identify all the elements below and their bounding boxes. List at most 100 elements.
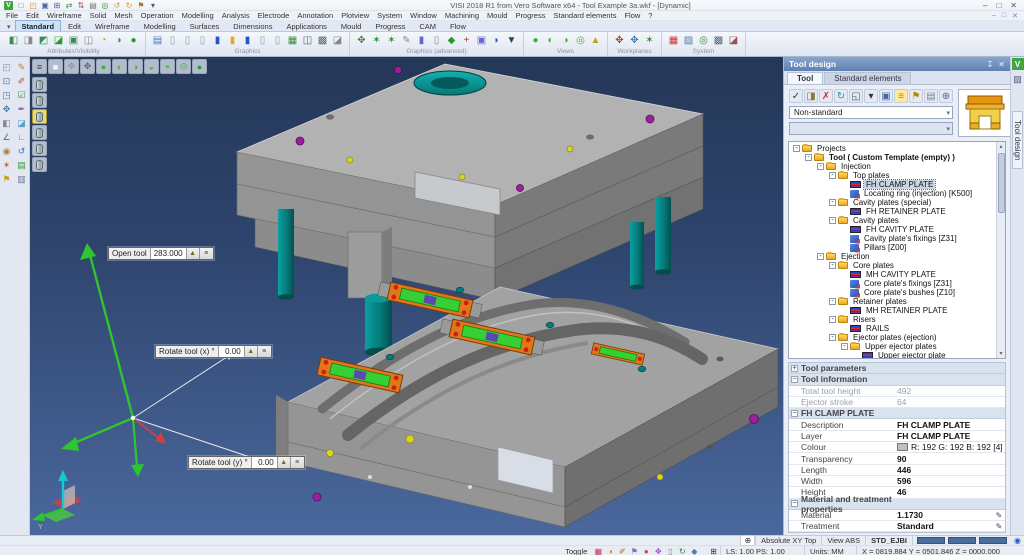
toggle-plane-icon[interactable]: ◆ [689, 546, 699, 555]
shade-toggle-icon[interactable]: ◔ [97, 34, 110, 47]
grid-snap-icon[interactable]: ⊞ [707, 547, 720, 555]
tool-open-axis-widget[interactable] [61, 243, 256, 477]
cylinder-edge-icon[interactable]: ▯ [256, 34, 269, 47]
panel-close-icon[interactable]: ✕ [998, 60, 1005, 69]
cylinder-shade-icon[interactable]: ▮ [211, 34, 224, 47]
menu-item[interactable]: Electrode [258, 11, 290, 20]
menu-item[interactable]: Solid [90, 11, 107, 20]
visibility-icon[interactable]: ◨ [22, 34, 35, 47]
tree-expander-icon[interactable]: - [817, 163, 824, 170]
delete-tool-icon[interactable]: ✗ [819, 89, 833, 103]
new-document-icon[interactable]: □ [16, 0, 26, 10]
ribbon-tab[interactable]: Progress [368, 20, 412, 31]
validate-icon[interactable]: ☑ [16, 89, 28, 101]
tool-subtype-dropdown[interactable]: ▾ [789, 122, 953, 135]
qat-more-icon[interactable]: ▾ [148, 0, 158, 10]
star-section-icon[interactable]: ✶ [370, 34, 383, 47]
toggle-grid-icon[interactable]: ▦ [593, 546, 603, 555]
doc-close-button[interactable]: ✕ [1012, 12, 1018, 20]
param-row[interactable]: Description FH CLAMP PLATE [789, 419, 1005, 430]
ribbon-tab[interactable]: Flow [443, 20, 473, 31]
minimize-button[interactable]: – [983, 1, 987, 10]
vp-assembly-icon[interactable] [32, 93, 47, 108]
zoom-window-icon[interactable]: ◳ [1, 89, 13, 101]
tree-expander-icon[interactable]: - [829, 262, 836, 269]
toggle-point-icon[interactable]: ● [641, 546, 651, 555]
tree-item[interactable]: FH CLAMP PLATE [791, 180, 995, 189]
image-capture-icon[interactable]: ▨ [682, 34, 695, 47]
open-file-icon[interactable]: ◰ [28, 0, 38, 10]
menu-item[interactable]: ? [648, 11, 652, 20]
transparency-icon[interactable]: ◑ [112, 34, 125, 47]
notes-icon[interactable]: ▤ [16, 159, 28, 171]
tree-item[interactable]: Core plate's fixings [Z31] [791, 279, 995, 288]
history-icon[interactable]: ↺ [16, 145, 28, 157]
cylinder-hidden-icon[interactable]: ▯ [196, 34, 209, 47]
param-row[interactable]: Transparency 90 [789, 453, 1005, 464]
tree-item[interactable]: - Retainer plates [791, 297, 995, 306]
half-view-icon[interactable]: ◗ [490, 34, 503, 47]
cylinder-wire-icon[interactable]: ▯ [181, 34, 194, 47]
view-front-icon[interactable]: ◑ [559, 34, 572, 47]
tree-expander-icon[interactable]: - [829, 217, 836, 224]
vp-hidden-solid-icon[interactable] [32, 141, 47, 156]
redline-icon[interactable]: ✐ [16, 75, 28, 87]
workplane-uv-icon[interactable]: ✥ [628, 34, 641, 47]
tree-item[interactable]: MH CAVITY PLATE [791, 270, 995, 279]
sketch-icon[interactable]: ✎ [16, 61, 28, 73]
rotate-tool-y-label[interactable]: Rotate tool (y) ° 0.00 ▲ ≡ [188, 456, 305, 469]
pin-icon[interactable]: ↧ [987, 60, 994, 69]
menu-item[interactable]: Analysis [222, 11, 250, 20]
shade-mode-icon[interactable]: ■ [48, 59, 63, 74]
view-menu-icon[interactable]: ≡ [32, 59, 47, 74]
measure-button-icon[interactable]: ▲ [187, 248, 200, 259]
menu-item[interactable]: Mould [487, 11, 507, 20]
toggle-film-icon[interactable]: ▯ [665, 546, 675, 555]
status-search-icon[interactable]: ⊕ [740, 535, 755, 546]
annotate-icon[interactable]: ✎ [400, 34, 413, 47]
menu-item[interactable]: Machining [445, 11, 479, 20]
measure-button-icon[interactable]: ▲ [245, 346, 258, 357]
param-row[interactable]: − Material and treatment properties [789, 499, 1005, 510]
drop-view-icon[interactable]: ▼ [505, 34, 518, 47]
query-icon[interactable]: ◉ [1, 145, 13, 157]
param-row[interactable]: Ejector stroke 64 [789, 397, 1005, 408]
edit-icon[interactable]: ✎ [993, 511, 1005, 520]
ribbon-tab[interactable]: Edit [61, 20, 88, 31]
bounds-icon[interactable]: ⊡ [1, 75, 13, 87]
globe-icon[interactable]: ◉ [1011, 536, 1024, 545]
settings-icon[interactable]: ⚑ [136, 0, 146, 10]
box-dropdown-icon[interactable]: ▾ [864, 89, 878, 103]
section-expander-icon[interactable]: − [791, 500, 798, 507]
search-icon[interactable]: ⊕ [939, 89, 953, 103]
param-row[interactable]: Layer FH CLAMP PLATE [789, 431, 1005, 442]
tree-item[interactable]: FH CAVITY PLATE [791, 225, 995, 234]
surface-icon[interactable]: ◪ [16, 117, 28, 129]
menu-item[interactable]: Mesh [114, 11, 132, 20]
tree-expander-icon[interactable]: - [829, 316, 836, 323]
refresh-tool-icon[interactable]: ↻ [834, 89, 848, 103]
view-sphere-1-icon[interactable]: ● [96, 59, 111, 74]
colour-table-icon[interactable]: ▦ [667, 34, 680, 47]
tree-item[interactable]: Cavity plate's fixings [Z31] [791, 234, 995, 243]
tree-item[interactable]: - Injection [791, 162, 995, 171]
section-expander-icon[interactable]: + [791, 365, 798, 372]
colour-icon[interactable]: ● [127, 34, 140, 47]
param-row[interactable]: Length 446 [789, 465, 1005, 476]
menu-item[interactable]: Annotation [297, 11, 333, 20]
clip-box-icon[interactable]: ▯ [430, 34, 443, 47]
axis-toggle-icon[interactable]: ✥ [64, 59, 79, 74]
param-row[interactable]: + Tool parameters [789, 363, 1005, 374]
rotate-x-value[interactable]: 0.00 [219, 346, 245, 357]
view-sphere-4-icon[interactable]: ◒ [144, 59, 159, 74]
menu-item[interactable]: Window [410, 11, 437, 20]
tree-expander-icon[interactable]: - [841, 343, 848, 350]
section-expander-icon[interactable]: − [791, 410, 798, 417]
doc-restore-button[interactable]: □ [1002, 12, 1006, 20]
redo-icon[interactable]: ↻ [124, 0, 134, 10]
clip-plane-icon[interactable]: ▮ [415, 34, 428, 47]
import-icon[interactable]: ⇄ [64, 0, 74, 10]
tool-list-icon[interactable]: ≡ [894, 89, 908, 103]
cylinder-view-icon[interactable]: ▯ [166, 34, 179, 47]
vp-ghost-icon[interactable] [32, 157, 47, 172]
